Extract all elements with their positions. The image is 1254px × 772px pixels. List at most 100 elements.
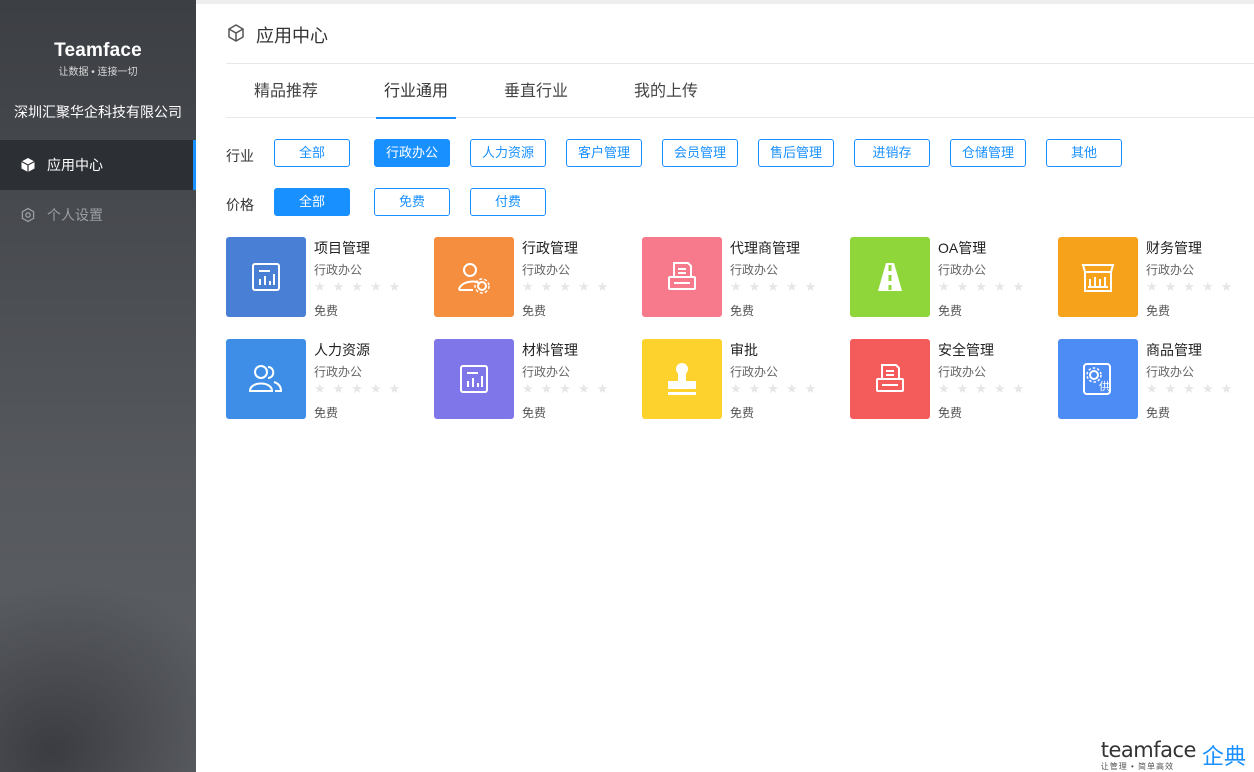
industry-chip-admin-office[interactable]: 行政办公 xyxy=(374,139,450,167)
app-name[interactable]: 行政管理 xyxy=(522,238,578,258)
app-category: 行政办公 xyxy=(938,365,987,379)
users-icon xyxy=(247,361,285,397)
app-card-icon[interactable]: 供 xyxy=(1058,339,1138,419)
tab-vertical-industry[interactable]: 垂直行业 xyxy=(496,72,576,118)
brand-watermark: teamface 让管理 • 简单高效 企典 xyxy=(1101,738,1246,772)
app-card-icon[interactable] xyxy=(1058,237,1138,317)
app-name[interactable]: 人力资源 xyxy=(314,340,370,360)
user-gear-icon xyxy=(455,258,493,296)
app-card[interactable]: 代理商管理行政办公 ★★★★★ 免费 xyxy=(642,237,842,319)
brand-chinese-name: 企典 xyxy=(1201,744,1246,769)
app-rating-stars: ★★★★★ xyxy=(730,381,824,396)
app-card[interactable]: 审批 行政办公 ★★★★★ 免费 xyxy=(642,339,842,421)
sidebar-item-label: 个人设置 xyxy=(47,207,103,223)
app-price: 免费 xyxy=(1146,406,1171,420)
shop-icon xyxy=(1078,257,1118,297)
report-icon xyxy=(248,259,284,295)
app-name[interactable]: 项目管理 xyxy=(314,238,370,258)
app-card[interactable]: 项目管理行政办公 ★★★★★ 免费 xyxy=(226,237,426,319)
app-rating-stars: ★★★★★ xyxy=(314,279,408,294)
app-card-icon[interactable] xyxy=(226,237,306,317)
app-card[interactable]: 行政管理 行政办公 ★★★★★ 免费 xyxy=(434,237,634,319)
app-price: 免费 xyxy=(314,406,339,420)
app-rating-stars: ★★★★★ xyxy=(314,381,408,396)
app-card[interactable]: 供 商品管理 行政办公 ★★★★★ 免费 xyxy=(1058,339,1254,421)
app-card[interactable]: 材料管理 行政办公 ★★★★★ 免费 xyxy=(434,339,634,421)
stamp-icon xyxy=(662,359,702,399)
industry-chip-membership[interactable]: 会员管理 xyxy=(662,139,738,167)
sidebar-item-label: 应用中心 xyxy=(47,157,103,173)
app-category: 行政办公 xyxy=(522,365,571,379)
industry-filter-label: 行业 xyxy=(226,148,254,164)
tab-my-uploads[interactable]: 我的上传 xyxy=(626,72,706,118)
report-icon xyxy=(456,361,492,397)
svg-text:供: 供 xyxy=(1099,379,1110,393)
sidebar-item-personal-settings[interactable]: 个人设置 xyxy=(0,190,196,240)
app-card-icon[interactable] xyxy=(226,339,306,419)
app-price: 免费 xyxy=(1146,304,1171,318)
logo: Teamface 让数据 • 连接一切 xyxy=(0,40,196,78)
industry-chip-hr[interactable]: 人力资源 xyxy=(470,139,546,167)
sidebar-nav: 应用中心 个人设置 xyxy=(0,140,196,240)
industry-chip-inventory[interactable]: 进销存 xyxy=(854,139,930,167)
app-card[interactable]: 安全管理行政办公 ★★★★★ 免费 xyxy=(850,339,1050,421)
app-price: 免费 xyxy=(938,304,963,318)
app-card[interactable]: OA管理行政办公 ★★★★★ 免费 xyxy=(850,237,1050,319)
app-category: 行政办公 xyxy=(1146,263,1195,277)
app-rating-stars: ★★★★★ xyxy=(730,279,824,294)
app-category: 行政办公 xyxy=(730,263,779,277)
brand-tagline: 让管理 • 简单高效 xyxy=(1100,762,1175,771)
logo-title: Teamface xyxy=(54,40,142,61)
price-chip-paid[interactable]: 付费 xyxy=(470,188,546,216)
app-card-icon[interactable] xyxy=(434,339,514,419)
app-name[interactable]: 财务管理 xyxy=(1146,238,1202,258)
page-title: 应用中心 xyxy=(256,26,328,46)
app-rating-stars: ★★★★★ xyxy=(938,381,1032,396)
app-rating-stars: ★★★★★ xyxy=(522,279,616,294)
app-category: 行政办公 xyxy=(314,263,363,277)
app-card-icon[interactable] xyxy=(850,237,930,317)
app-rating-stars: ★★★★★ xyxy=(938,279,1032,294)
cube-icon xyxy=(226,23,246,48)
app-card-icon[interactable] xyxy=(642,339,722,419)
logo-tagline: 让数据 • 连接一切 xyxy=(58,67,138,78)
app-card-icon[interactable] xyxy=(850,339,930,419)
app-name[interactable]: 材料管理 xyxy=(522,340,578,360)
app-name[interactable]: OA管理 xyxy=(938,238,986,258)
gear-icon xyxy=(20,207,36,223)
app-card-icon[interactable] xyxy=(642,237,722,317)
industry-chip-crm[interactable]: 客户管理 xyxy=(566,139,642,167)
industry-chip-after-sales[interactable]: 售后管理 xyxy=(758,139,834,167)
tab-industry-general[interactable]: 行业通用 xyxy=(376,72,456,119)
supply-icon: 供 xyxy=(1079,360,1117,398)
page-header: 应用中心 xyxy=(226,22,328,48)
top-border xyxy=(196,0,1254,4)
app-name[interactable]: 安全管理 xyxy=(938,340,994,360)
app-name[interactable]: 商品管理 xyxy=(1146,340,1202,360)
app-card[interactable]: 人力资源 行政办公 ★★★★★ 免费 xyxy=(226,339,426,421)
divider xyxy=(226,63,1254,64)
sidebar: Teamface 让数据 • 连接一切 深圳汇聚华企科技有限公司 应用中心 个人… xyxy=(0,0,196,772)
app-name[interactable]: 审批 xyxy=(730,340,758,360)
industry-chip-warehouse[interactable]: 仓储管理 xyxy=(950,139,1026,167)
industry-chip-all[interactable]: 全部 xyxy=(274,139,350,167)
app-price: 免费 xyxy=(938,406,963,420)
app-category: 行政办公 xyxy=(730,365,779,379)
sidebar-item-app-center[interactable]: 应用中心 xyxy=(0,140,196,190)
road-icon xyxy=(870,259,910,295)
app-category: 行政办公 xyxy=(938,263,987,277)
app-card[interactable]: 财务管理行政办公 ★★★★★ 免费 xyxy=(1058,237,1254,319)
tab-featured[interactable]: 精品推荐 xyxy=(246,72,326,118)
app-name[interactable]: 代理商管理 xyxy=(730,238,800,258)
app-rating-stars: ★★★★★ xyxy=(522,381,616,396)
app-price: 免费 xyxy=(314,304,339,318)
price-chip-free[interactable]: 免费 xyxy=(374,188,450,216)
app-rating-stars: ★★★★★ xyxy=(1146,279,1240,294)
tab-bar: 精品推荐 行业通用 垂直行业 我的上传 xyxy=(226,72,1254,119)
price-chip-all[interactable]: 全部 xyxy=(274,188,350,216)
industry-chip-other[interactable]: 其他 xyxy=(1046,139,1122,167)
app-category: 行政办公 xyxy=(522,263,571,277)
brand-name: teamface xyxy=(1100,738,1197,762)
app-card-icon[interactable] xyxy=(434,237,514,317)
app-price: 免费 xyxy=(730,304,755,318)
